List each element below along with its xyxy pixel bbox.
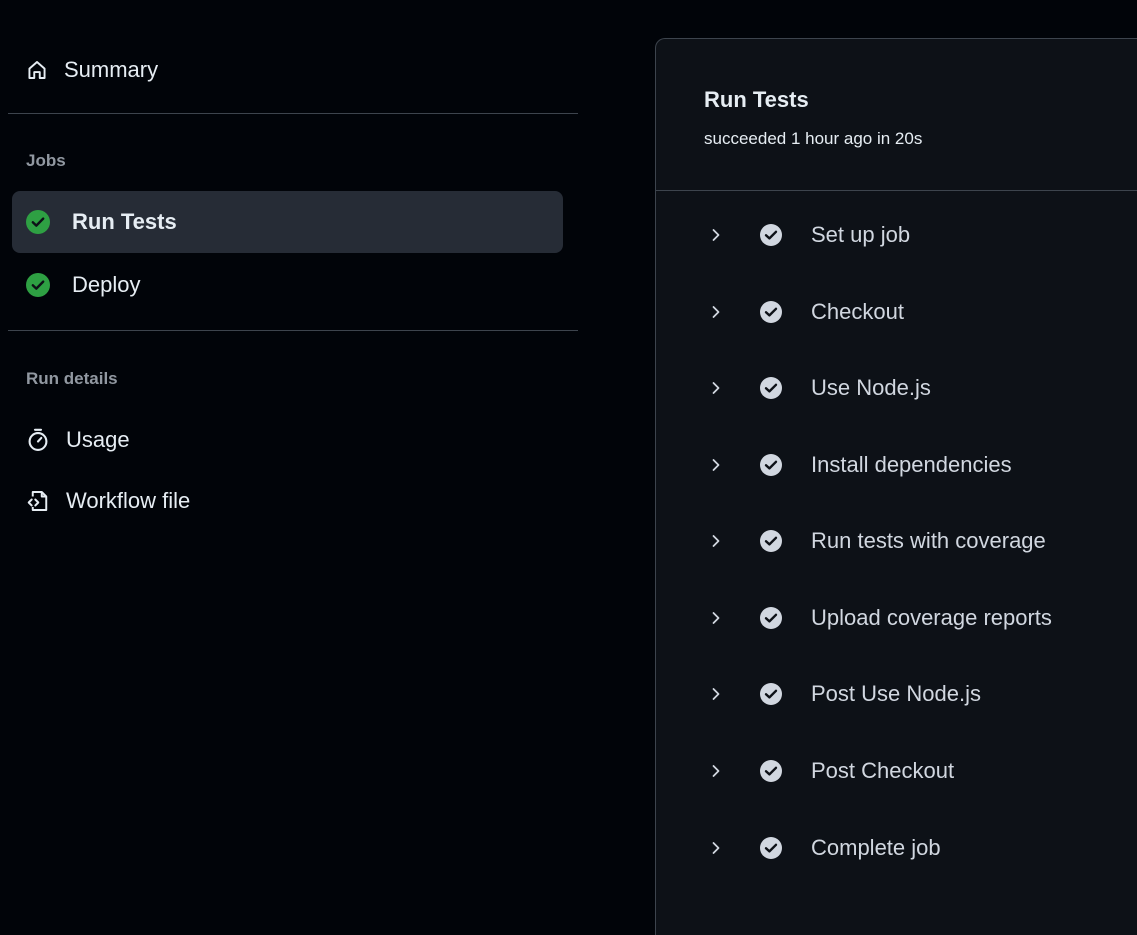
chevron-right-icon	[708, 686, 724, 702]
step-check-icon	[759, 606, 783, 630]
step-check-icon	[759, 300, 783, 324]
chevron-right-icon	[708, 227, 724, 243]
home-icon	[26, 59, 48, 81]
file-code-icon	[26, 489, 50, 513]
step-row[interactable]: Run tests with coverage	[656, 511, 1137, 571]
step-row[interactable]: Checkout	[656, 282, 1137, 342]
sidebar-divider	[8, 113, 578, 114]
chevron-right-icon	[708, 533, 724, 549]
step-row[interactable]: Set up job	[656, 205, 1137, 265]
chevron-right-icon	[708, 763, 724, 779]
step-check-icon	[759, 759, 783, 783]
step-label: Upload coverage reports	[811, 605, 1052, 630]
step-row[interactable]: Post Use Node.js	[656, 664, 1137, 724]
success-check-icon	[26, 210, 50, 234]
step-check-icon	[759, 836, 783, 860]
workflow-run-page: Summary Jobs Run Tests Deploy Run detail…	[0, 0, 1137, 935]
step-row[interactable]: Upload coverage reports	[656, 588, 1137, 648]
step-row[interactable]: Complete job	[656, 818, 1137, 878]
step-label: Run tests with coverage	[811, 528, 1046, 553]
sidebar: Summary Jobs Run Tests Deploy Run detail…	[0, 0, 578, 935]
usage-label: Usage	[66, 427, 130, 452]
step-row[interactable]: Install dependencies	[656, 435, 1137, 495]
chevron-right-icon	[708, 304, 724, 320]
step-check-icon	[759, 223, 783, 247]
job-label: Run Tests	[72, 209, 177, 234]
step-check-icon	[759, 376, 783, 400]
job-item-run-tests[interactable]: Run Tests	[12, 191, 563, 253]
success-check-icon	[26, 273, 50, 297]
usage-link[interactable]: Usage	[8, 414, 568, 466]
jobs-heading: Jobs	[26, 151, 66, 170]
step-label: Checkout	[811, 299, 904, 324]
step-label: Post Checkout	[811, 758, 955, 783]
step-row[interactable]: Post Checkout	[656, 741, 1137, 801]
step-check-icon	[759, 529, 783, 553]
step-check-icon	[759, 682, 783, 706]
run-details-heading: Run details	[26, 369, 118, 388]
chevron-right-icon	[708, 457, 724, 473]
step-label: Install dependencies	[811, 452, 1012, 477]
summary-label: Summary	[64, 57, 159, 82]
chevron-right-icon	[708, 380, 724, 396]
step-label: Post Use Node.js	[811, 681, 981, 706]
step-row[interactable]: Use Node.js	[656, 358, 1137, 418]
workflow-file-label: Workflow file	[66, 488, 191, 513]
job-item-deploy[interactable]: Deploy	[12, 254, 563, 316]
summary-link[interactable]: Summary	[8, 44, 568, 96]
job-header: Run Tests succeeded 1 hour ago in 20s	[656, 39, 1137, 191]
job-panel: Run Tests succeeded 1 hour ago in 20s Se…	[655, 38, 1137, 935]
step-label: Complete job	[811, 835, 941, 860]
job-status-text: succeeded 1 hour ago in 20s	[704, 129, 923, 148]
step-label: Set up job	[811, 222, 911, 247]
step-label: Use Node.js	[811, 375, 931, 400]
workflow-file-link[interactable]: Workflow file	[8, 475, 568, 527]
job-title: Run Tests	[704, 87, 809, 112]
stopwatch-icon	[26, 428, 50, 452]
job-label: Deploy	[72, 272, 141, 297]
chevron-right-icon	[708, 840, 724, 856]
sidebar-divider	[8, 330, 578, 331]
step-check-icon	[759, 453, 783, 477]
chevron-right-icon	[708, 610, 724, 626]
